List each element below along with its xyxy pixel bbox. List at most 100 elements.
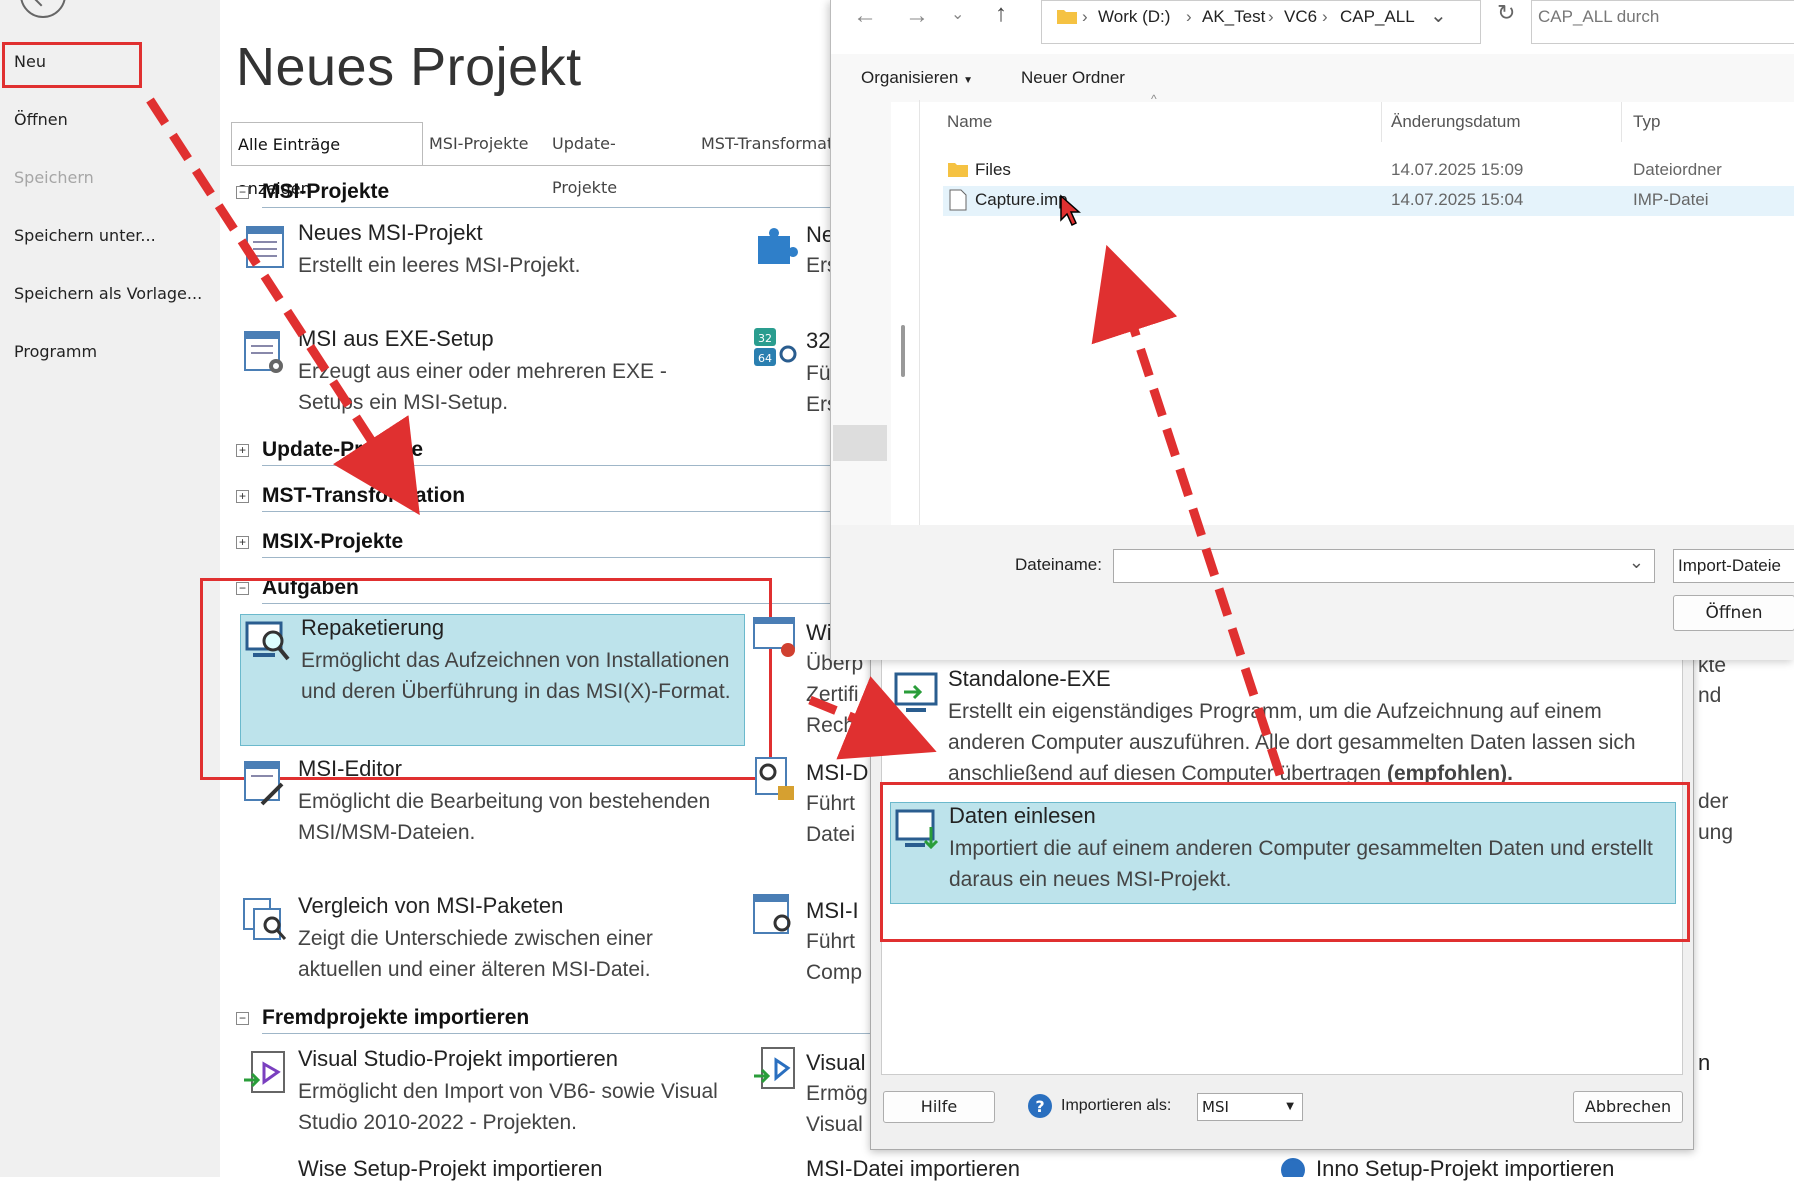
breadcrumb-vc6[interactable]: VC6 — [1284, 7, 1317, 27]
entry-wi-l2: Zertifi — [806, 683, 859, 706]
open-button[interactable]: Öffnen — [1673, 595, 1794, 631]
entry-neues-msi[interactable]: Neues MSI-Projekt Erstellt ein leeres MS… — [238, 220, 738, 320]
sidebar-item-oeffnen[interactable]: Öffnen — [14, 110, 68, 129]
entry-inno-setup[interactable]: Inno Setup-Projekt importieren — [1316, 1156, 1676, 1182]
file-date: 14.07.2025 15:04 — [1391, 190, 1524, 209]
back-arrow-icon[interactable] — [20, 0, 66, 18]
help-button[interactable]: Hilfe — [883, 1091, 995, 1123]
sidebar-item-speichern-unter[interactable]: Speichern unter... — [14, 226, 156, 245]
import-as-select[interactable]: MSI ▼ — [1197, 1093, 1303, 1121]
entry-msi-datei-import[interactable]: MSI-Datei importieren — [806, 1156, 1066, 1182]
file-dialog-addressbar: ← → ⌄ ↑ › Work (D:) › AK_Test › VC6 › CA… — [831, 0, 1794, 50]
svg-text:32: 32 — [758, 332, 772, 345]
entry-wi-title: Wi — [806, 620, 832, 645]
annotation-box-daten — [880, 782, 1690, 942]
sidebar-item-programm[interactable]: Programm — [14, 342, 97, 361]
refresh-icon[interactable]: ↻ — [1497, 0, 1515, 26]
import-as-label: Importieren als: — [1061, 1097, 1172, 1114]
entry-desc: Erstellt ein leeres MSI-Projekt. — [298, 254, 581, 277]
file-dialog-bottom: Dateiname: ⌄ Import-Dateie Öffnen — [831, 525, 1794, 660]
file-name: Capture.imp — [975, 190, 1068, 209]
navigation-pane — [831, 100, 905, 525]
entry-title: Wise Setup-Projekt importieren — [298, 1156, 603, 1181]
history-chevron-icon[interactable]: ⌄ — [951, 4, 964, 24]
entry-visual-title: Visual — [806, 1050, 866, 1075]
file-type: IMP-Datei — [1633, 190, 1709, 209]
monitor-transfer-icon — [894, 672, 938, 712]
up-nav-icon[interactable]: ↑ — [995, 0, 1007, 28]
entry-title: Visual Studio-Projekt importieren — [298, 1046, 618, 1071]
breadcrumb-drive[interactable]: Work (D:) — [1098, 7, 1170, 27]
annotation-box-aufgaben — [200, 578, 772, 780]
sidebar: Neu Öffnen Speichern Speichern unter... … — [0, 0, 220, 1177]
entry-wi-l3: Rechn — [806, 714, 867, 737]
entry-desc: Zeigt die Unterschiede zwischen einer ak… — [298, 927, 653, 981]
entry-wise[interactable]: Wise Setup-Projekt importieren — [238, 1156, 738, 1186]
section-separator — [262, 557, 832, 558]
section-separator — [262, 465, 832, 466]
nav-selected-item[interactable] — [833, 425, 887, 461]
entry-title: Neues MSI-Projekt — [298, 220, 483, 245]
col3-fragment-n: n — [1698, 1050, 1711, 1075]
tab-update[interactable]: Update-Projekte — [546, 122, 686, 197]
forward-nav-icon[interactable]: → — [905, 2, 929, 30]
cancel-button[interactable]: Abbrechen — [1573, 1091, 1683, 1123]
entry-msid-l1: Führt — [806, 792, 856, 815]
compare-documents-icon — [243, 898, 287, 940]
folder-icon — [948, 163, 968, 177]
entry-vergleich[interactable]: Vergleich von MSI-Paketen Zeigt die Unte… — [238, 893, 738, 993]
filename-dropdown-icon: ⌄ — [1628, 552, 1644, 572]
entry-ne-desc: Ers — [806, 254, 832, 277]
entry-msii-l2: Comp — [806, 961, 863, 984]
entry-visual-l1: Ermög — [806, 1082, 868, 1105]
file-open-dialog: ← → ⌄ ↑ › Work (D:) › AK_Test › VC6 › CA… — [830, 0, 1794, 660]
option-title: Standalone-EXE — [948, 666, 1111, 691]
file-dialog-toolbar: Organisieren ▼ Neuer Ordner — [831, 54, 1794, 102]
col3-fragment-ung: ung — [1698, 821, 1734, 844]
tab-alle[interactable]: Alle Einträge anzeigen — [231, 122, 423, 198]
svg-text:?: ? — [1035, 1097, 1044, 1116]
entry-msid-title: MSI-D — [806, 760, 869, 785]
new-folder-button[interactable]: Neuer Ordner — [1021, 68, 1125, 88]
visual-studio-import-icon — [244, 1051, 285, 1093]
nav-scrollbar[interactable] — [901, 325, 905, 377]
puzzle-icon — [758, 228, 798, 264]
filename-input[interactable]: ⌄ — [1113, 549, 1655, 583]
address-dropdown-icon[interactable]: ⌄ — [1430, 3, 1447, 28]
organize-button[interactable]: Organisieren ▼ — [861, 68, 973, 88]
entry-msii-l1: Führt — [806, 930, 856, 953]
entry-32-l2: Ers — [806, 393, 832, 416]
file-type: Dateiordner — [1633, 160, 1722, 179]
entry-msid-l2: Datei — [806, 823, 856, 846]
entry-32-title: 32 — [806, 328, 831, 353]
tab-mst[interactable]: MST-Transformat — [695, 122, 835, 166]
entry-title: MSI-Editor — [298, 756, 402, 781]
option-standalone-exe[interactable]: Standalone-EXE Erstellt ein eigenständig… — [890, 666, 1676, 796]
mouse-cursor-icon — [1060, 194, 1081, 227]
col3-fragment-der: der — [1698, 790, 1729, 813]
file-row-folder[interactable]: Files 14.07.2025 15:09 Dateiordner — [943, 156, 1794, 186]
sidebar-item-vorlage[interactable]: Speichern als Vorlage... — [14, 284, 202, 303]
entry-title: MSI aus EXE-Setup — [298, 326, 494, 351]
file-date: 14.07.2025 15:09 — [1391, 160, 1524, 179]
entry-desc: Emöglicht die Bearbeitung von bestehende… — [298, 790, 711, 844]
breadcrumb-ak-test[interactable]: AK_Test — [1202, 7, 1265, 27]
address-bar[interactable]: › Work (D:) › AK_Test › VC6 › CAP_ALL ⌄ — [1041, 0, 1481, 44]
entry-msi-editor[interactable]: MSI-Editor Emöglicht die Bearbeitung von… — [238, 756, 738, 856]
entry-title: Vergleich von MSI-Paketen — [298, 893, 564, 918]
32-64-bit-icon: 32 64 — [754, 328, 797, 366]
column-type[interactable]: Typ — [1633, 112, 1660, 132]
filter-select[interactable]: Import-Dateie — [1673, 549, 1794, 583]
breadcrumb-cap-all[interactable]: CAP_ALL — [1340, 7, 1415, 27]
col3-fragment-nd: nd — [1698, 684, 1722, 707]
document-icon — [246, 226, 284, 268]
section-separator — [262, 511, 832, 512]
tab-msi[interactable]: MSI-Projekte — [423, 122, 535, 166]
entry-visual-studio[interactable]: Visual Studio-Projekt importieren Ermögl… — [238, 1046, 738, 1146]
column-date[interactable]: Änderungsdatum — [1391, 112, 1520, 132]
back-nav-icon[interactable]: ← — [853, 2, 877, 30]
search-box[interactable]: CAP_ALL durch — [1531, 0, 1794, 44]
question-icon[interactable]: ? — [1027, 1093, 1053, 1119]
entry-msi-exe[interactable]: MSI aus EXE-Setup Erzeugt aus einer oder… — [238, 326, 738, 436]
column-name[interactable]: Name — [947, 112, 992, 132]
